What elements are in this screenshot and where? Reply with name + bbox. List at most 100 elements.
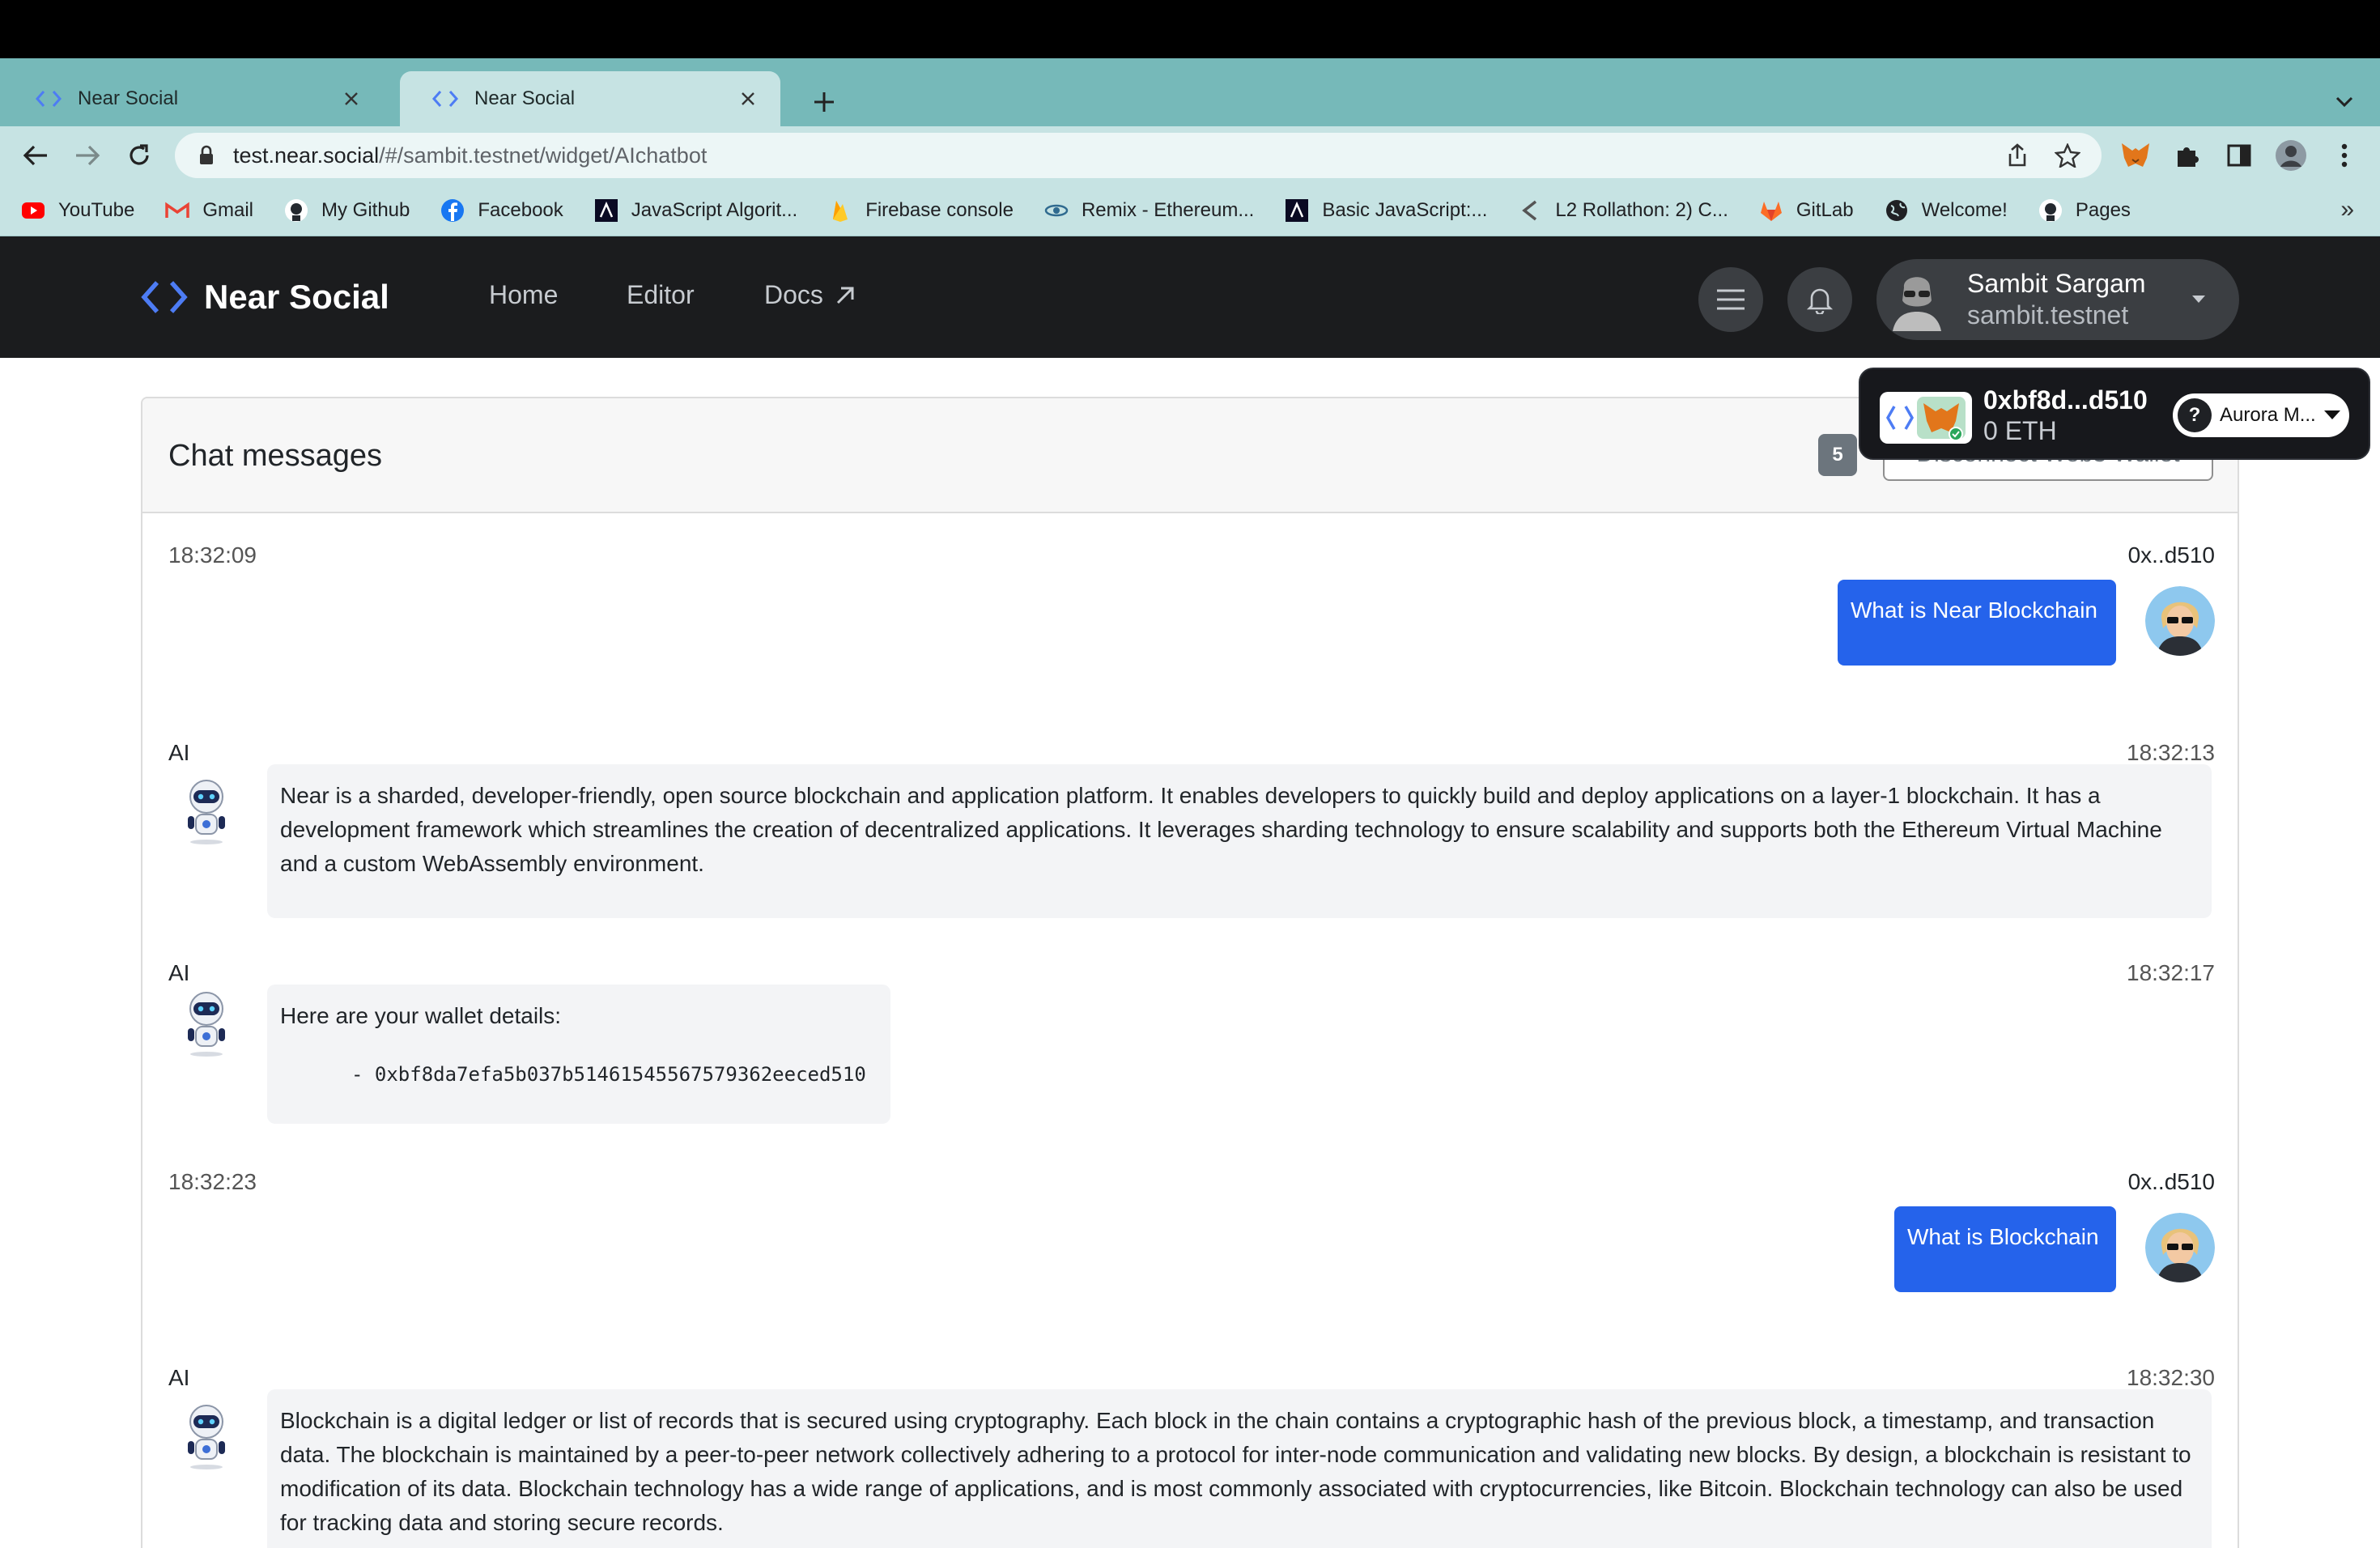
message-sender: 0x..d510 (2127, 542, 2215, 568)
tab-title: Near Social (78, 87, 179, 109)
question-mark-icon: ? (2178, 398, 2212, 432)
external-link-arrow-icon (836, 287, 854, 304)
close-tab-icon[interactable] (337, 84, 366, 113)
profile-name: Sambit Sargam (1967, 269, 2146, 298)
forward-arrow-icon[interactable] (70, 138, 105, 173)
wallet-balance: 0 ETH (1983, 416, 2057, 445)
bookmark-item[interactable]: Pages (2038, 198, 2131, 223)
chat-message-ai: AI 18:32:13 Near is a sharded, developer… (142, 740, 2238, 942)
brand-name: Near Social (204, 278, 389, 316)
near-code-icon (32, 83, 65, 115)
user-message-bubble: What is Blockchain (1894, 1206, 2116, 1292)
browser-toolbar: test.near.social/#/sambit.testnet/widget… (0, 126, 2380, 185)
message-timestamp: 18:32:23 (168, 1169, 257, 1194)
nav-link-docs[interactable]: Docs (764, 280, 856, 310)
browser-tab-active[interactable]: Near Social (400, 71, 780, 126)
account-dropdown[interactable]: Sambit Sargam sambit.testnet (1876, 259, 2239, 340)
freecodecamp-icon (1285, 198, 1309, 223)
nav-link-editor[interactable]: Editor (627, 280, 695, 310)
user-message-bubble: What is Near Blockchain (1838, 580, 2116, 666)
chat-title: Chat messages (168, 439, 383, 473)
browser-tab-strip: Near Social Near Social (0, 58, 2380, 126)
tab-title: Near Social (474, 87, 576, 109)
browser-tab[interactable]: Near Social (3, 71, 384, 126)
freecodecamp-icon (594, 198, 618, 223)
avatar (1891, 268, 1943, 331)
chat-card: Chat messages 5 Disconnect Web3 Wallet 1… (141, 397, 2239, 1548)
bookmark-item[interactable]: GitLab (1759, 198, 1854, 223)
message-timestamp: 18:32:30 (2127, 1365, 2215, 1390)
url-text: test.near.social/#/sambit.testnet/widget… (233, 142, 708, 168)
metamask-fox-icon (1885, 397, 1966, 440)
caret-down-icon (2182, 283, 2215, 316)
globe-icon (1885, 198, 1909, 223)
web3-wallet-popup[interactable]: 0xbf8d...d510 0 ETH ? Aurora M... (1859, 368, 2370, 460)
ai-message-bubble: Here are your wallet details: - 0xbf8da7… (267, 985, 890, 1124)
lock-icon[interactable] (194, 143, 219, 168)
account-names: Sambit Sargam sambit.testnet (1967, 269, 2182, 330)
os-menu-bar (0, 0, 2380, 58)
hamburger-menu-icon[interactable] (1698, 267, 1763, 332)
gitlab-icon (1759, 198, 1783, 223)
bookmark-item[interactable]: Remix - Ethereum... (1044, 198, 1254, 223)
address-bar[interactable]: test.near.social/#/sambit.testnet/widget… (175, 133, 2102, 178)
bookmark-item[interactable]: Welcome! (1885, 198, 2008, 223)
chat-message-ai: AI 18:32:17 Here are your wallet details… (142, 960, 2238, 1155)
caret-down-icon (2320, 403, 2344, 427)
bookmark-star-icon[interactable] (2051, 139, 2084, 172)
bookmark-item[interactable]: YouTube (21, 198, 134, 223)
rollathon-icon (1518, 198, 1542, 223)
bookmark-item[interactable]: Facebook (440, 198, 563, 223)
chat-message-ai: AI 18:32:30 Blockchain is a digital ledg… (142, 1365, 2238, 1548)
near-code-icon (139, 272, 189, 322)
robot-avatar-icon (178, 989, 235, 1057)
message-sender: 0x..d510 (2127, 1169, 2215, 1194)
remix-icon (1044, 198, 1069, 223)
ai-message-bubble: Blockchain is a digital ledger or list o… (267, 1389, 2212, 1548)
metamask-fox-icon[interactable] (2118, 138, 2153, 173)
brand-logo-link[interactable]: Near Social (139, 272, 389, 322)
bell-icon[interactable] (1787, 267, 1852, 332)
chevron-down-icon[interactable] (2328, 86, 2361, 118)
app-navbar: Near Social Home Editor Docs Sambit Sarg… (0, 236, 2380, 358)
message-timestamp: 18:32:09 (168, 542, 257, 568)
youtube-icon (21, 198, 45, 223)
github-icon (284, 198, 308, 223)
bookmarks-bar: YouTube Gmail My Github Facebook JavaScr… (0, 185, 2380, 236)
more-bookmarks-chevron-icon[interactable]: » (2340, 196, 2354, 223)
message-timestamp: 18:32:17 (2127, 960, 2215, 985)
message-count-badge: 5 (1818, 434, 1857, 476)
message-sender: AI (168, 960, 190, 985)
network-label: Aurora M... (2220, 404, 2316, 426)
network-selector[interactable]: ? Aurora M... (2173, 393, 2349, 437)
message-sender: AI (168, 1365, 190, 1390)
profile-account-id: sambit.testnet (1967, 300, 2129, 330)
side-panel-icon[interactable] (2221, 138, 2257, 173)
chat-message-user: 18:32:09 0x..d510 What is Near Blockchai… (142, 542, 2238, 712)
bookmark-item[interactable]: JavaScript Algorit... (594, 198, 797, 223)
browser-profile-avatar[interactable] (2273, 138, 2309, 173)
ai-message-bubble: Near is a sharded, developer-friendly, o… (267, 764, 2212, 918)
back-arrow-icon[interactable] (18, 138, 53, 173)
extensions-puzzle-icon[interactable] (2170, 138, 2205, 173)
share-icon[interactable] (2001, 139, 2034, 172)
robot-avatar-icon (178, 777, 235, 845)
bookmark-item[interactable]: My Github (284, 198, 410, 223)
bookmark-item[interactable]: Gmail (165, 198, 253, 223)
facebook-icon (440, 198, 465, 223)
gmail-icon (165, 198, 190, 223)
reload-icon[interactable] (121, 138, 157, 173)
bookmark-item[interactable]: Firebase console (828, 198, 1014, 223)
github-icon (2038, 198, 2063, 223)
nav-link-home[interactable]: Home (489, 280, 558, 310)
robot-avatar-icon (178, 1402, 235, 1470)
new-tab-plus-icon[interactable] (806, 84, 842, 120)
kebab-menu-icon[interactable] (2327, 138, 2362, 173)
message-sender: AI (168, 740, 190, 765)
bookmark-item[interactable]: L2 Rollathon: 2) C... (1518, 198, 1728, 223)
close-tab-icon[interactable] (733, 84, 763, 113)
bookmark-item[interactable]: Basic JavaScript:... (1285, 198, 1487, 223)
near-code-icon (429, 83, 461, 115)
user-avatar (2145, 1213, 2215, 1282)
message-timestamp: 18:32:13 (2127, 740, 2215, 765)
